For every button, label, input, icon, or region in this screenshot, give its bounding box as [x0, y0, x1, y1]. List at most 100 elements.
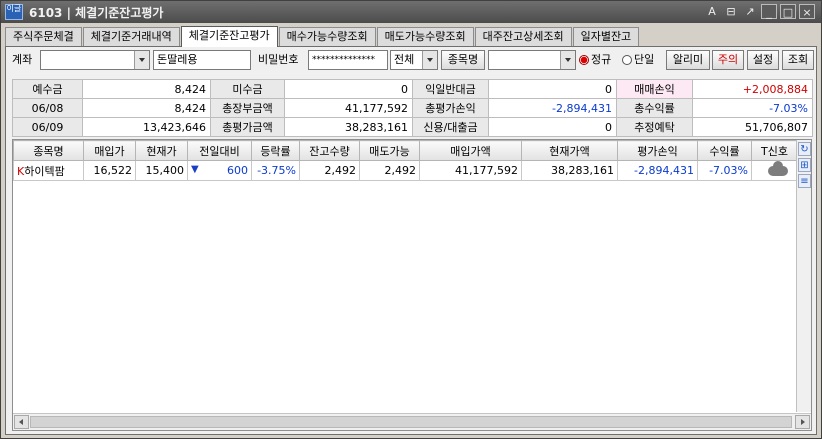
font-size-icon[interactable]: A: [704, 4, 720, 19]
layout-icon[interactable]: ⊟: [723, 4, 739, 19]
down-arrow-icon: ▼: [191, 164, 199, 175]
minimize-button[interactable]: _: [761, 4, 777, 19]
return-cell: -7.03%: [697, 160, 752, 181]
scope-select[interactable]: 전체: [390, 50, 438, 70]
add-column-icon[interactable]: ⊞: [798, 158, 811, 172]
column-header[interactable]: 평가손익: [617, 140, 698, 161]
summary-value: +2,008,884: [692, 79, 813, 99]
change-value: 600: [227, 164, 248, 177]
tab-6[interactable]: 대주잔고상세조회: [474, 27, 572, 46]
column-header[interactable]: 매입가: [83, 140, 136, 161]
column-header[interactable]: 등락률: [251, 140, 300, 161]
summary-row: 06/08 8,424 총장부금액 41,177,592 총평가손익 -2,894,431…: [12, 98, 813, 118]
chevron-down-icon[interactable]: [560, 51, 575, 69]
summary-label: 총장부금액: [210, 98, 285, 118]
summary-value: 0: [488, 117, 617, 137]
tab-1[interactable]: 주식주문체결: [5, 27, 82, 46]
summary-label: 06/08: [12, 98, 83, 118]
sellable-cell: 2,492: [359, 160, 420, 181]
buy-amount-cell: 41,177,592: [419, 160, 522, 181]
quantity-cell: 2,492: [299, 160, 360, 181]
radio-unselected-icon: [622, 55, 632, 65]
summary-value: -7.03%: [692, 98, 813, 118]
stock-name-cell[interactable]: K하이텍팜: [13, 160, 84, 181]
stock-name: 하이텍팜: [24, 164, 65, 178]
change-rate-cell: -3.75%: [251, 160, 300, 181]
grid-side-tools: ↻ ⊞ ≡: [796, 140, 811, 412]
caution-button[interactable]: 주의: [712, 50, 744, 70]
summary-label: 추정예탁: [616, 117, 693, 137]
column-header[interactable]: 잔고수량: [299, 140, 360, 161]
radio-single-label: 단일: [634, 53, 655, 66]
scroll-right-icon[interactable]: [795, 415, 810, 429]
title-buttons: A ⊟ ↗ _ □ ×: [704, 4, 815, 19]
tab-bar: 주식주문체결 체결기준거래내역 체결기준잔고평가 매수가능수량조회 매도가능수량조회 대주…: [5, 26, 640, 47]
summary-value: -2,894,431: [488, 98, 617, 118]
close-button[interactable]: ×: [799, 4, 815, 19]
summary-label: 신용/대출금: [412, 117, 489, 137]
stock-name-button[interactable]: 종목명: [441, 50, 485, 70]
title-bar[interactable]: 이글 6103 | 체결기준잔고평가 A ⊟ ↗ _ □ ×: [1, 1, 821, 23]
tab-7[interactable]: 일자별잔고: [572, 27, 640, 46]
summary-value: 0: [488, 79, 617, 99]
maximize-button[interactable]: □: [780, 4, 796, 19]
summary-label: 미수금: [210, 79, 285, 99]
chevron-down-icon[interactable]: [422, 51, 437, 69]
summary-value: 13,423,646: [82, 117, 211, 137]
column-header[interactable]: 현재가: [135, 140, 188, 161]
horizontal-scrollbar[interactable]: [13, 413, 811, 430]
scope-value: 전체: [394, 53, 415, 66]
column-header[interactable]: 매도가능: [359, 140, 420, 161]
table-row[interactable]: K하이텍팜 16,522 15,400 ▼ 600 -3.75% 2,492 2,492 41,…: [13, 160, 798, 181]
column-header[interactable]: 매입가액: [419, 140, 522, 161]
summary-label: 총평가금액: [210, 117, 285, 137]
password-input[interactable]: **************: [308, 50, 388, 70]
summary-row: 예수금 8,424 미수금 0 익일반대금 0 매매손익 +2,008,884: [12, 79, 813, 99]
summary-table: 예수금 8,424 미수금 0 익일반대금 0 매매손익 +2,008,884 06/08 8,4…: [12, 79, 813, 137]
column-header[interactable]: 전일대비: [187, 140, 252, 161]
window-title: 6103 | 체결기준잔고평가: [29, 6, 164, 20]
summary-label: 총수익률: [616, 98, 693, 118]
radio-selected-icon: [579, 55, 589, 65]
column-header[interactable]: T신호: [751, 140, 798, 161]
account-select[interactable]: [40, 50, 150, 70]
tab-2[interactable]: 체결기준거래내역: [82, 27, 180, 46]
summary-label: 06/09: [12, 117, 83, 137]
change-cell: ▼ 600: [187, 160, 252, 181]
summary-label: 매매손익: [616, 79, 693, 99]
refresh-icon[interactable]: ↻: [798, 142, 811, 156]
radio-regular[interactable]: 정규: [579, 50, 611, 70]
stock-select[interactable]: [488, 50, 576, 70]
tab-5[interactable]: 매도가능수량조회: [376, 27, 474, 46]
query-button[interactable]: 조회: [782, 50, 814, 70]
column-settings-icon[interactable]: ≡: [798, 174, 811, 188]
account-holder-field: 돈딸레용: [153, 50, 251, 70]
column-header[interactable]: 현재가액: [521, 140, 618, 161]
link-icon[interactable]: ↗: [742, 4, 758, 19]
holdings-table: 종목명 매입가 현재가 전일대비 등락률 잔고수량 매도가능 매입가액 현재가액 평가손익 수익률 T…: [13, 140, 798, 181]
pnl-cell: -2,894,431: [617, 160, 698, 181]
scroll-left-icon[interactable]: [14, 415, 29, 429]
column-header[interactable]: 종목명: [13, 140, 84, 161]
buy-price-cell: 16,522: [83, 160, 136, 181]
app-logo-icon: 이글: [5, 4, 23, 20]
summary-value: 8,424: [82, 98, 211, 118]
current-price-cell: 15,400: [135, 160, 188, 181]
alarm-button[interactable]: 알리미: [666, 50, 710, 70]
radio-regular-label: 정규: [591, 53, 612, 66]
tab-4[interactable]: 매수가능수량조회: [278, 27, 376, 46]
radio-single[interactable]: 단일: [622, 50, 654, 70]
cloud-icon: [768, 161, 788, 176]
holdings-grid: 종목명 매입가 현재가 전일대비 등락률 잔고수량 매도가능 매입가액 현재가액 평가손익 수익률 T…: [12, 139, 812, 431]
summary-label: 총평가손익: [412, 98, 489, 118]
chevron-down-icon[interactable]: [134, 51, 149, 69]
settings-button[interactable]: 설정: [747, 50, 779, 70]
scroll-thumb[interactable]: [30, 416, 792, 428]
summary-value: 38,283,161: [284, 117, 413, 137]
account-label: 계좌: [12, 53, 33, 66]
tab-3[interactable]: 체결기준잔고평가: [180, 26, 278, 47]
current-amount-cell: 38,283,161: [521, 160, 618, 181]
summary-value: 8,424: [82, 79, 211, 99]
main-panel: 계좌 돈딸레용 비밀번호 ************** 전체 종목명 정규 단일…: [5, 46, 817, 435]
column-header[interactable]: 수익률: [697, 140, 752, 161]
